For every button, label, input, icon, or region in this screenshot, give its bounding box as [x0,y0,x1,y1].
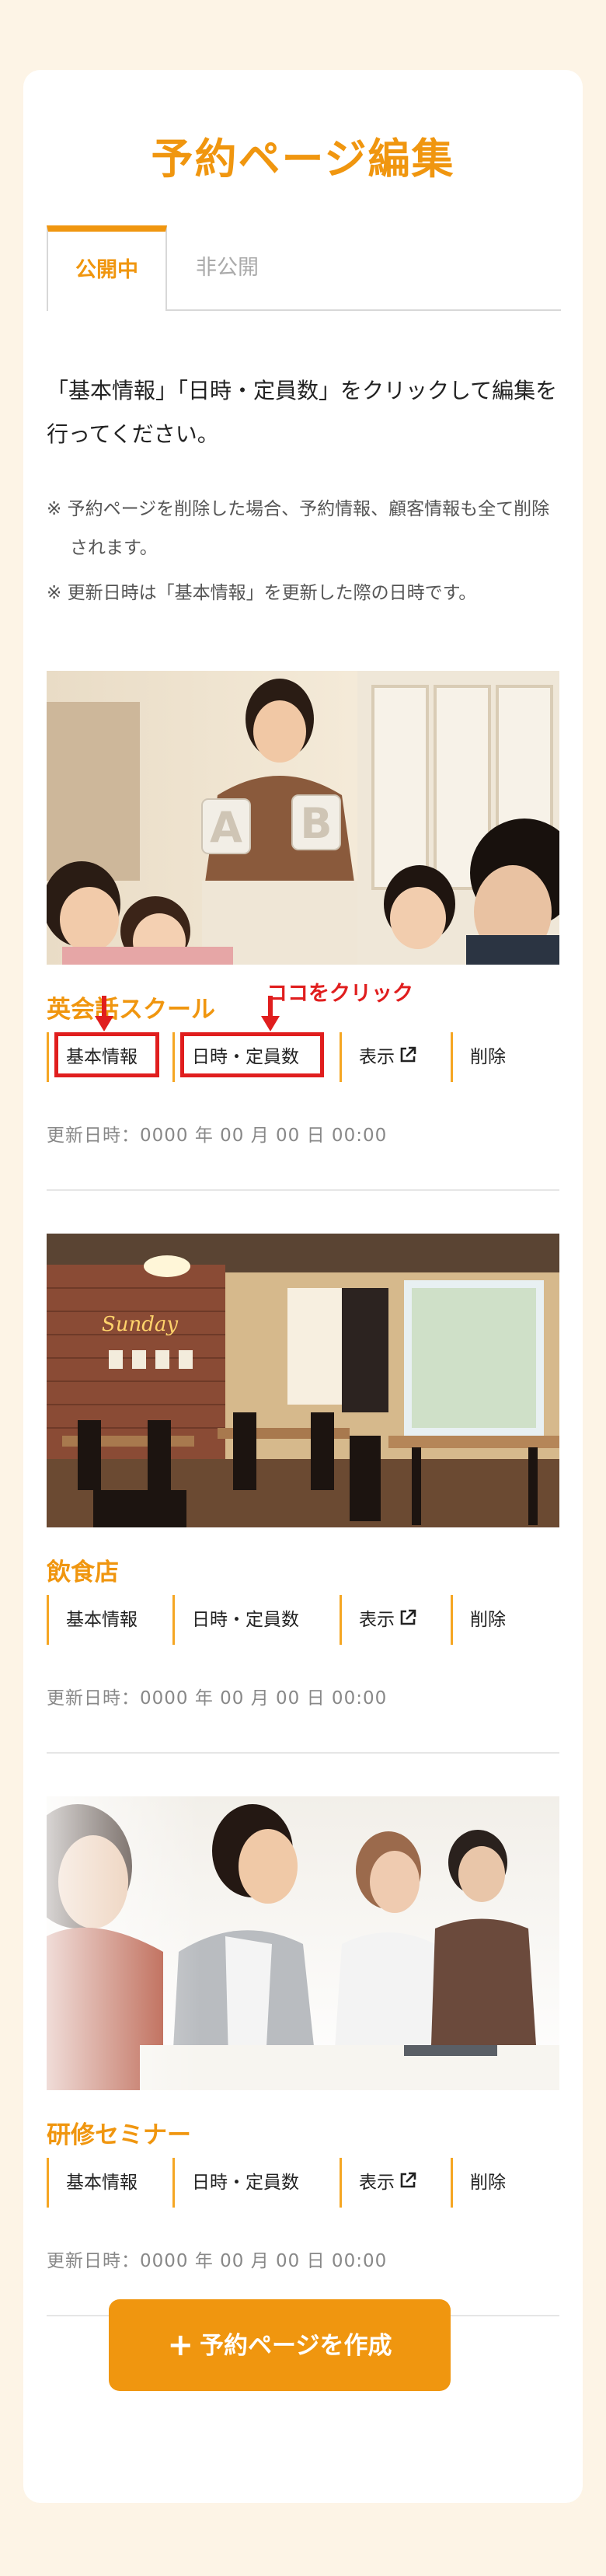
highlight-basic-info [54,1032,159,1077]
item-divider [47,1189,559,1191]
view-label: 表示 [359,1047,395,1067]
red-arrow-icon [95,996,113,1031]
main-card: 予約ページ編集 公開中 非公開 「基本情報」「日時・定員数」をクリックして編集を… [23,70,583,2503]
item-title: 英会話スクール [47,996,215,1024]
page-title: 予約ページ編集 [151,134,455,183]
external-link-icon [399,1033,416,1083]
seminar-photo[interactable] [47,1796,559,2090]
svg-text:B: B [300,799,332,848]
item-title: 飲食店 [47,1559,119,1586]
view-link[interactable]: 表示 [340,2158,451,2208]
view-link[interactable]: 表示 [340,1595,451,1645]
basic-info-link[interactable]: 基本情報 [47,1595,172,1645]
item-actions: 基本情報 日時・定員数 表示 削除 [47,2158,559,2208]
external-link-icon [399,2159,416,2208]
tab-bar: 公開中 非公開 [47,225,561,311]
restaurant-photo[interactable]: Sunday [47,1234,559,1527]
create-booking-page-button[interactable]: + 予約ページを作成 [109,2299,451,2391]
updated-time: 更新日時：0000 年 00 月 00 日 00:00 [47,1688,388,1709]
view-label: 表示 [359,1610,395,1630]
updated-time: 更新日時：0000 年 00 月 00 日 00:00 [47,1126,388,1146]
updated-time: 更新日時：0000 年 00 月 00 日 00:00 [47,2251,388,2271]
plus-icon: + [167,2327,194,2363]
datetime-capacity-link[interactable]: 日時・定員数 [172,1595,340,1645]
red-arrow-icon [261,996,280,1031]
create-button-label: 予約ページを作成 [200,2332,392,2360]
intro-text: 「基本情報」「日時・定員数」をクリックして編集を行ってください。 [47,378,558,447]
item-actions: 基本情報 日時・定員数 表示 削除 [47,1595,559,1645]
item-title: 研修セミナー [47,2121,191,2149]
click-here-annotation: ココをクリック [266,982,413,1006]
view-label: 表示 [359,2173,395,2193]
delete-warning-note: ※ 予約ページを削除した場合、予約情報、顧客情報も全て削除されます。 [47,499,550,558]
svg-text:A: A [210,803,242,852]
datetime-capacity-link[interactable]: 日時・定員数 [172,2158,340,2208]
item-divider [47,1752,559,1754]
delete-link[interactable]: 削除 [451,2158,544,2208]
delete-link[interactable]: 削除 [451,1032,544,1082]
highlight-datetime [180,1032,324,1077]
update-time-note: ※ 更新日時は「基本情報」を更新した際の日時です。 [47,583,477,603]
delete-link[interactable]: 削除 [451,1595,544,1645]
external-link-icon [399,1596,416,1646]
tab-published[interactable]: 公開中 [47,225,167,311]
view-link[interactable]: 表示 [340,1032,451,1082]
tab-unpublished[interactable]: 非公開 [167,225,287,311]
svg-text:Sunday: Sunday [102,1313,178,1336]
english-school-photo[interactable]: A B [47,671,559,965]
basic-info-link[interactable]: 基本情報 [47,2158,172,2208]
